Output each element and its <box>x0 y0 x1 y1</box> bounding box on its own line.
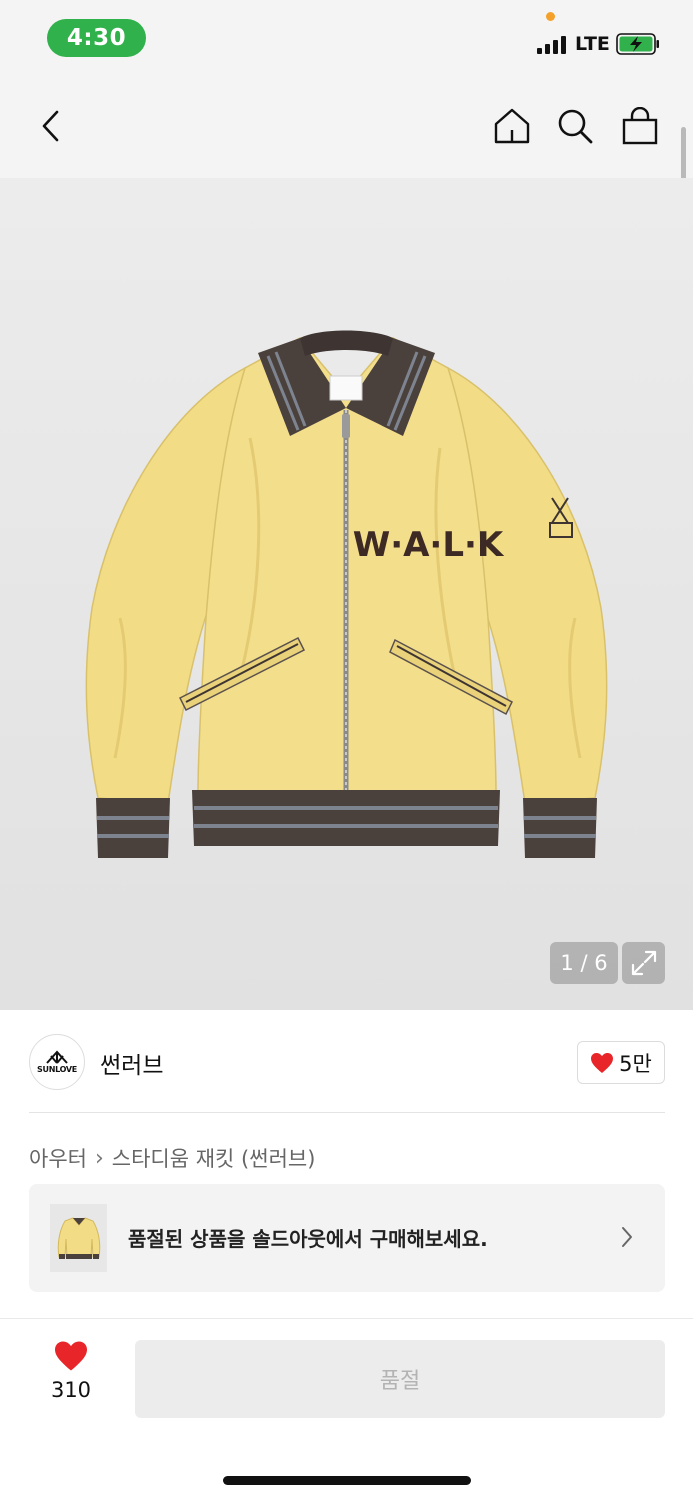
breadcrumb-category[interactable]: 아우터 <box>29 1143 87 1173</box>
expand-icon[interactable] <box>622 942 665 984</box>
search-icon[interactable] <box>553 104 597 148</box>
product-image[interactable]: W·A·L·K 1 / 6 <box>0 178 693 1010</box>
brand-name[interactable]: 썬러브 <box>100 1046 163 1080</box>
brand-like-button[interactable]: 5만 <box>577 1041 665 1084</box>
image-pager: 1 / 6 <box>550 942 618 984</box>
sun-icon <box>46 1050 68 1064</box>
divider <box>29 1112 665 1113</box>
jacket-lettering: W·A·L·K <box>353 525 505 565</box>
status-time: 4:30 <box>47 19 146 57</box>
bottom-bar-divider <box>0 1318 693 1319</box>
wishlist-button[interactable]: 310 <box>36 1340 106 1420</box>
home-icon[interactable] <box>490 104 534 148</box>
breadcrumb-product[interactable]: 스타디움 재킷 (썬러브) <box>112 1143 316 1173</box>
status-bar: 4:30 LTE <box>0 0 693 80</box>
soldout-button[interactable]: 품절 <box>135 1340 665 1418</box>
home-indicator[interactable] <box>223 1476 471 1485</box>
wishlist-count: 310 <box>50 1378 92 1402</box>
soldout-banner-text: 품절된 상품을 솔드아웃에서 구매해보세요. <box>128 1227 488 1251</box>
top-nav-bar <box>0 80 693 178</box>
brand-logo-text: SUNLOVE <box>37 1065 77 1074</box>
heart-icon <box>591 1052 614 1073</box>
back-icon[interactable] <box>28 104 72 148</box>
brand-logo[interactable]: SUNLOVE <box>29 1034 85 1090</box>
brand-row[interactable]: SUNLOVE 썬러브 5만 <box>0 1012 693 1112</box>
chevron-right-icon: › <box>94 1145 104 1171</box>
breadcrumb: 아우터 › 스타디움 재킷 (썬러브) <box>29 1143 315 1173</box>
signal-icon <box>537 36 567 54</box>
soldout-banner[interactable]: 품절된 상품을 솔드아웃에서 구매해보세요. <box>29 1184 665 1292</box>
heart-icon <box>55 1341 87 1371</box>
brand-like-count: 5만 <box>619 1051 652 1076</box>
jacket-illustration: W·A·L·K <box>85 330 608 858</box>
chevron-right-icon <box>622 1227 632 1247</box>
battery-charging-icon <box>616 33 659 55</box>
shopping-bag-icon[interactable] <box>618 104 662 148</box>
privacy-indicator-dot <box>546 12 555 21</box>
soldout-thumbnail <box>50 1204 107 1272</box>
network-label: LTE <box>575 33 610 55</box>
